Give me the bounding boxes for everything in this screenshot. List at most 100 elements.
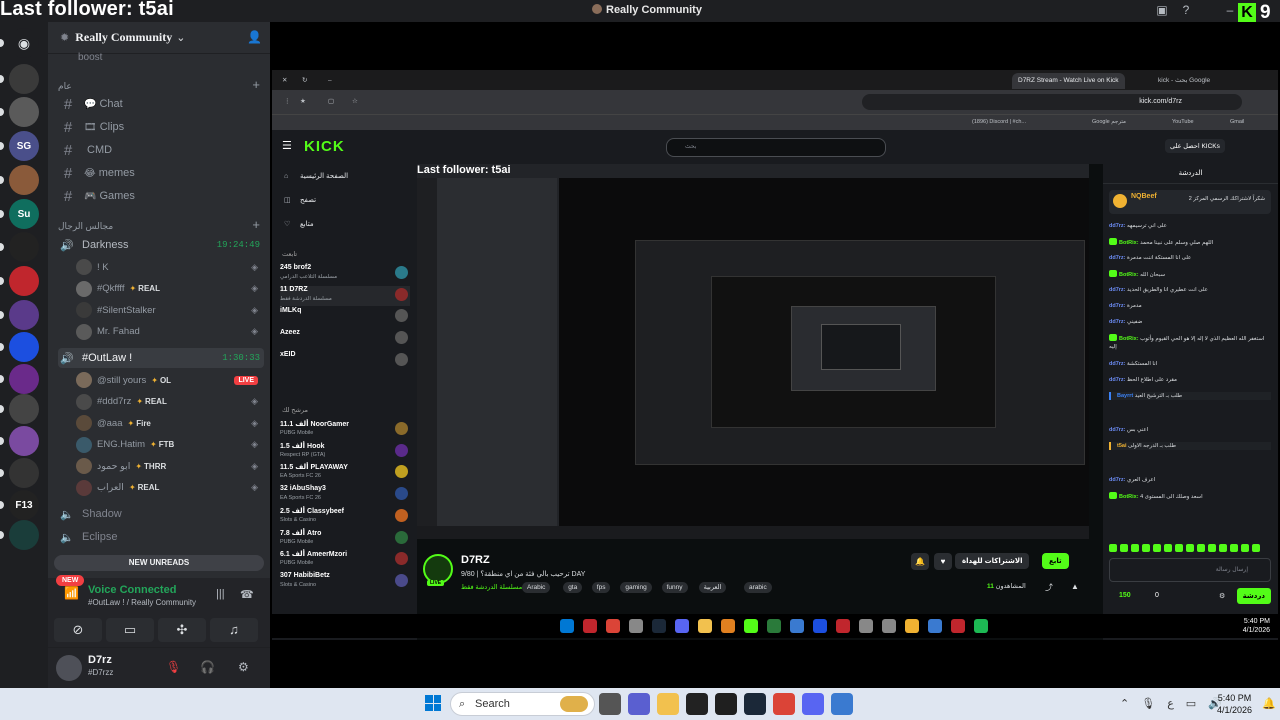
kick-channel-item[interactable]: 11.5 ألف PLAYAWAY EA Sports FC 26 bbox=[280, 463, 410, 483]
stream-tag[interactable]: gaming bbox=[620, 582, 652, 593]
share-icon[interactable]: ⤴ bbox=[1045, 582, 1053, 593]
windows-start-icon[interactable] bbox=[425, 695, 441, 711]
server-icon-button[interactable]: SG bbox=[9, 131, 39, 161]
voice-location[interactable]: #OutLaw ! / Really Community bbox=[88, 598, 196, 607]
minimize-icon[interactable]: – bbox=[322, 73, 338, 89]
chrome-icon[interactable] bbox=[773, 693, 795, 715]
server-icon-button[interactable] bbox=[9, 266, 39, 296]
headphones-icon[interactable]: 🎧 bbox=[200, 660, 215, 674]
server-icon-button[interactable] bbox=[9, 426, 39, 456]
disconnect-icon[interactable]: ☎ bbox=[240, 588, 254, 601]
server-icon-button[interactable]: Su bbox=[9, 199, 39, 229]
voice-channel-outlaw[interactable]: 🔊 #OutLaw ! 1:30:33 bbox=[58, 348, 264, 368]
chat-username[interactable]: BotRix: bbox=[1119, 240, 1139, 246]
server-icon-button[interactable]: F13 bbox=[9, 490, 39, 520]
address-bar[interactable]: kick.com/d7rz bbox=[862, 94, 1242, 110]
emote-icon[interactable] bbox=[1142, 544, 1150, 552]
camera-off-button[interactable]: ⊘ bbox=[54, 618, 102, 642]
language-indicator[interactable]: ع bbox=[1167, 697, 1174, 710]
voice-channel-eclipse[interactable]: 🔈 Eclipse bbox=[58, 527, 264, 547]
inbox-icon[interactable]: ▣ bbox=[1155, 3, 1169, 17]
voice-user[interactable]: @aaa ✦ Fire ◈ bbox=[76, 413, 264, 433]
chat-username[interactable]: Bayrrt bbox=[1117, 393, 1133, 399]
kick-channel-item[interactable]: 6.1 ألف AmeerMzori PUBG Mobile bbox=[280, 550, 410, 570]
voice-user[interactable]: Mr. Fahad ◈ bbox=[76, 322, 264, 342]
notification-bell-icon[interactable]: 🔔 bbox=[1262, 697, 1276, 710]
kick-channel-item[interactable]: 32 iAbuShay3 EA Sports FC 26 bbox=[280, 485, 410, 505]
tab-google-search[interactable]: kick - بحث Google bbox=[1152, 73, 1216, 89]
folder-icon[interactable] bbox=[657, 693, 679, 715]
kick-channel-item[interactable]: xEID bbox=[280, 351, 410, 371]
pinned-user[interactable]: NQBeef bbox=[1131, 193, 1157, 200]
stream-video[interactable]: Last follower: t5ai bbox=[417, 164, 1089, 539]
stream-tag[interactable]: العربية bbox=[698, 582, 727, 593]
emote-icon[interactable] bbox=[1109, 544, 1117, 552]
emote-icon[interactable] bbox=[1219, 544, 1227, 552]
voice-user[interactable]: #Qkffff ✦ REAL ◈ bbox=[76, 279, 264, 299]
chat-username[interactable]: t5ai bbox=[1117, 443, 1126, 449]
server-icon-button[interactable] bbox=[9, 97, 39, 127]
tab-kick-stream[interactable]: D7RZ Stream - Watch Live on Kick bbox=[1012, 73, 1125, 89]
chat-username[interactable]: dd7rz: bbox=[1109, 319, 1126, 325]
refresh-icon[interactable]: ↻ bbox=[296, 73, 313, 89]
kick-channel-item[interactable]: iMLKq bbox=[280, 307, 410, 327]
chat-username[interactable]: dd7rz: bbox=[1109, 361, 1126, 367]
follow-button[interactable]: تابع bbox=[1042, 553, 1069, 569]
stream-tag[interactable]: funny bbox=[661, 582, 688, 593]
sidebar-icon[interactable]: ▢ bbox=[322, 94, 340, 110]
hamburger-menu-icon[interactable]: ☰ bbox=[282, 139, 292, 152]
emote-icon[interactable] bbox=[1131, 544, 1139, 552]
heart-icon[interactable]: ♥ bbox=[934, 553, 952, 570]
server-icon-button[interactable] bbox=[9, 458, 39, 488]
emote-icon[interactable] bbox=[1230, 544, 1238, 552]
channel-memes[interactable]: # 😂 memes bbox=[58, 163, 262, 183]
taskbar-search[interactable]: ⌕ Search bbox=[450, 692, 595, 716]
chat-settings-icon[interactable]: ⚙ bbox=[1219, 592, 1225, 600]
nav-browse[interactable]: ◫ تصفح bbox=[284, 196, 316, 204]
emote-icon[interactable] bbox=[1241, 544, 1249, 552]
chat-username[interactable]: dd7rz: bbox=[1109, 427, 1126, 433]
stream-category[interactable]: مسلسلة الدردشة فقط bbox=[461, 583, 522, 591]
emote-icon[interactable] bbox=[1164, 544, 1172, 552]
stream-tag[interactable]: arabic bbox=[744, 582, 772, 593]
voice-user[interactable]: ابو حمود ✦ THRR ◈ bbox=[76, 456, 264, 476]
taskbar-clock[interactable]: 5:40 PM 4/1/2026 bbox=[1217, 692, 1252, 716]
kick-channel-item[interactable]: 7.8 ألف Atro PUBG Mobile bbox=[280, 529, 410, 549]
chat-username[interactable]: dd7rz: bbox=[1109, 303, 1126, 309]
kick-search-input[interactable]: بحث bbox=[666, 138, 886, 157]
report-icon[interactable]: ▲ bbox=[1071, 582, 1079, 591]
server-icon-button[interactable] bbox=[9, 64, 39, 94]
new-unreads-button[interactable]: NEW UNREADS bbox=[54, 555, 264, 571]
kick-logo[interactable]: KICK bbox=[304, 138, 345, 155]
voice-channel-shadow[interactable]: 🔈 Shadow bbox=[58, 504, 264, 524]
file-explorer-icon[interactable] bbox=[599, 693, 621, 715]
chat-username[interactable]: BotRix: bbox=[1119, 272, 1139, 278]
steam-icon[interactable] bbox=[744, 693, 766, 715]
kick-channel-item[interactable]: Azeez bbox=[280, 329, 410, 349]
chat-username[interactable]: BotRix: bbox=[1119, 336, 1139, 342]
discord-icon[interactable] bbox=[802, 693, 824, 715]
nav-following[interactable]: ♡ متابع bbox=[284, 220, 314, 228]
extension-icon[interactable]: ★ bbox=[294, 94, 312, 110]
chat-username[interactable]: dd7rz: bbox=[1109, 223, 1126, 229]
category-voice[interactable]: مجالس الرجال bbox=[58, 221, 113, 232]
voice-user[interactable]: #SilentStalker ◈ bbox=[76, 300, 264, 320]
obs-icon[interactable] bbox=[686, 693, 708, 715]
chat-username[interactable]: dd7rz: bbox=[1109, 287, 1126, 293]
nav-home[interactable]: ⌂ الصفحة الرئيسية bbox=[284, 172, 348, 180]
user-avatar[interactable] bbox=[56, 655, 82, 681]
emote-icon[interactable] bbox=[1120, 544, 1128, 552]
invite-people-icon[interactable]: 👤 bbox=[247, 30, 262, 44]
minimize-icon[interactable]: – bbox=[1223, 3, 1237, 17]
chat-username[interactable]: dd7rz: bbox=[1109, 255, 1126, 261]
activities-button[interactable]: ✣ bbox=[158, 618, 206, 642]
emote-icon[interactable] bbox=[1186, 544, 1194, 552]
voice-user[interactable]: @still yours ✦ OL LIVE bbox=[76, 370, 264, 390]
emote-icon[interactable] bbox=[1208, 544, 1216, 552]
server-icon-button[interactable] bbox=[9, 364, 39, 394]
voice-user[interactable]: ENG.Hatim ✦ FTB ◈ bbox=[76, 435, 264, 455]
help-icon[interactable]: ? bbox=[1179, 3, 1193, 17]
chat-input[interactable]: إرسال رسالة bbox=[1109, 558, 1271, 582]
kick-channel-item[interactable]: 1.5 ألف Hook Respect RP (GTA) bbox=[280, 442, 410, 462]
stream-tag[interactable]: gta bbox=[563, 582, 583, 593]
